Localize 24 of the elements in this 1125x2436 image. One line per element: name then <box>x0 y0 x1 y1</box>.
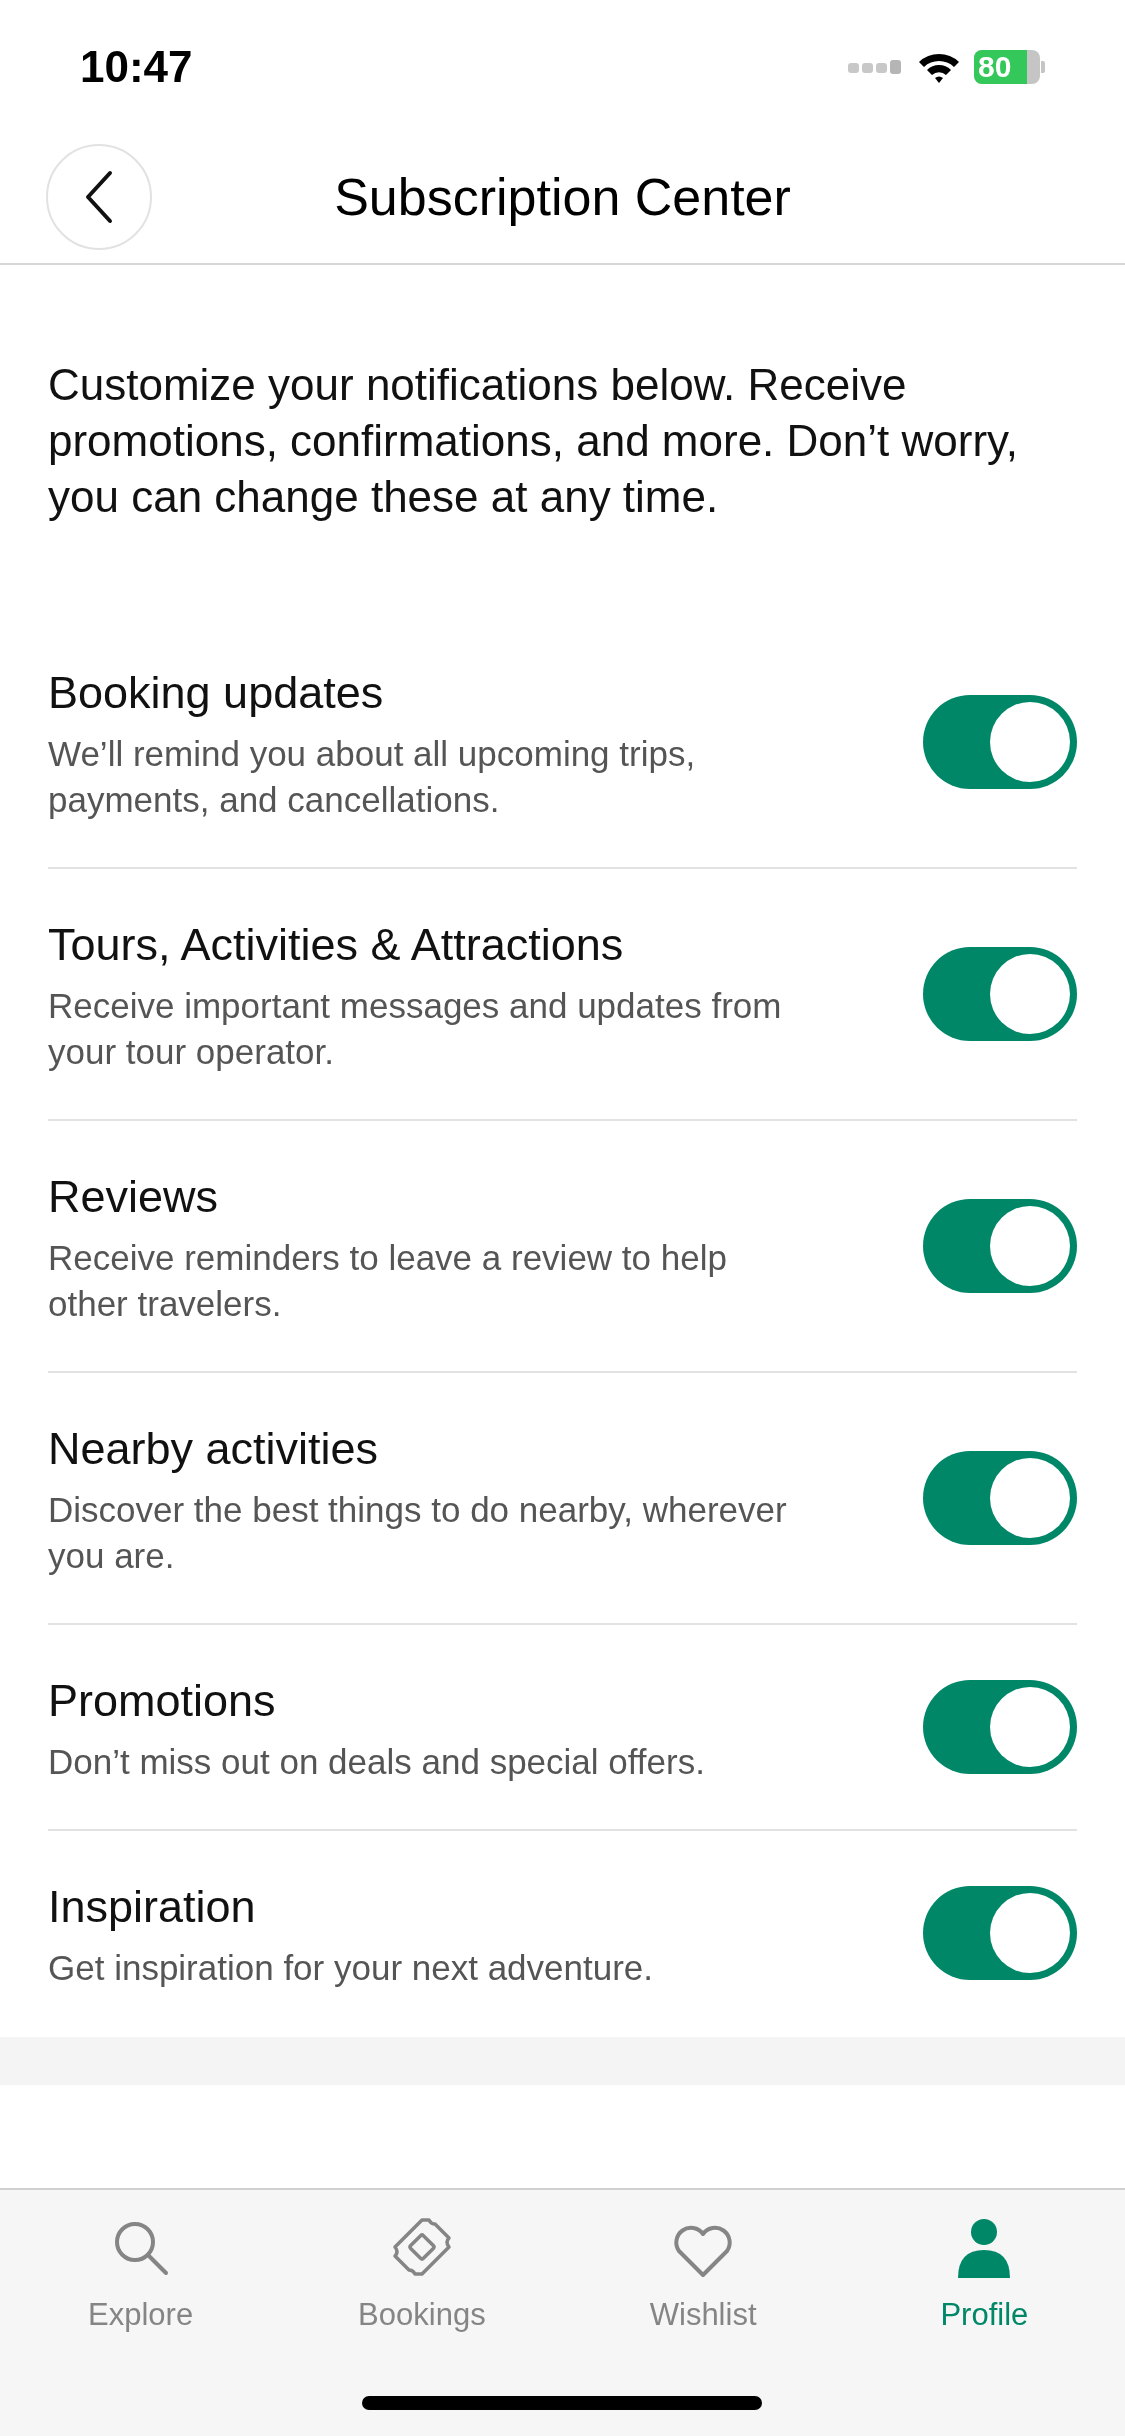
setting-title: Promotions <box>48 1674 277 1728</box>
tab-item[interactable]: Explore <box>0 2214 282 2339</box>
ticket-icon <box>390 2216 453 2278</box>
setting-description: Get inspiration for your next adventure. <box>48 1947 655 1989</box>
status-time: 10:47 <box>80 41 193 93</box>
intro-text: Customize your notifications below. Receive promotions, confirmations, and more. Don’t worry, you can change these at any time. <box>48 359 1019 523</box>
signal-icon <box>848 57 904 77</box>
setting-title: Tours, Activities & Attractions <box>48 918 625 972</box>
setting-description: Discover the best things to do nearby, wherever you are. <box>48 1489 788 1577</box>
setting-title: Inspiration <box>48 1880 257 1934</box>
tab-item[interactable]: Wishlist <box>562 2214 844 2339</box>
setting-description: We’ll remind you about all upcoming trips, payments, and cancellations. <box>48 733 697 821</box>
setting-description: Receive reminders to leave a review to help other travelers. <box>48 1237 728 1325</box>
back-icon <box>84 170 114 224</box>
setting-description: Don’t miss out on deals and special offers. <box>48 1741 706 1783</box>
setting-title: Nearby activities <box>48 1422 380 1476</box>
setting-title: Reviews <box>48 1170 220 1224</box>
setting-title: Booking updates <box>48 666 385 720</box>
battery-level: 80 <box>978 52 1012 82</box>
page-title: Subscription Center <box>334 166 791 228</box>
person-icon <box>956 2218 1013 2278</box>
tab-item[interactable]: Profile <box>843 2214 1125 2339</box>
tab-item[interactable]: Bookings <box>281 2214 563 2339</box>
setting-description: Receive important messages and updates from your tour operator. <box>48 985 783 1073</box>
